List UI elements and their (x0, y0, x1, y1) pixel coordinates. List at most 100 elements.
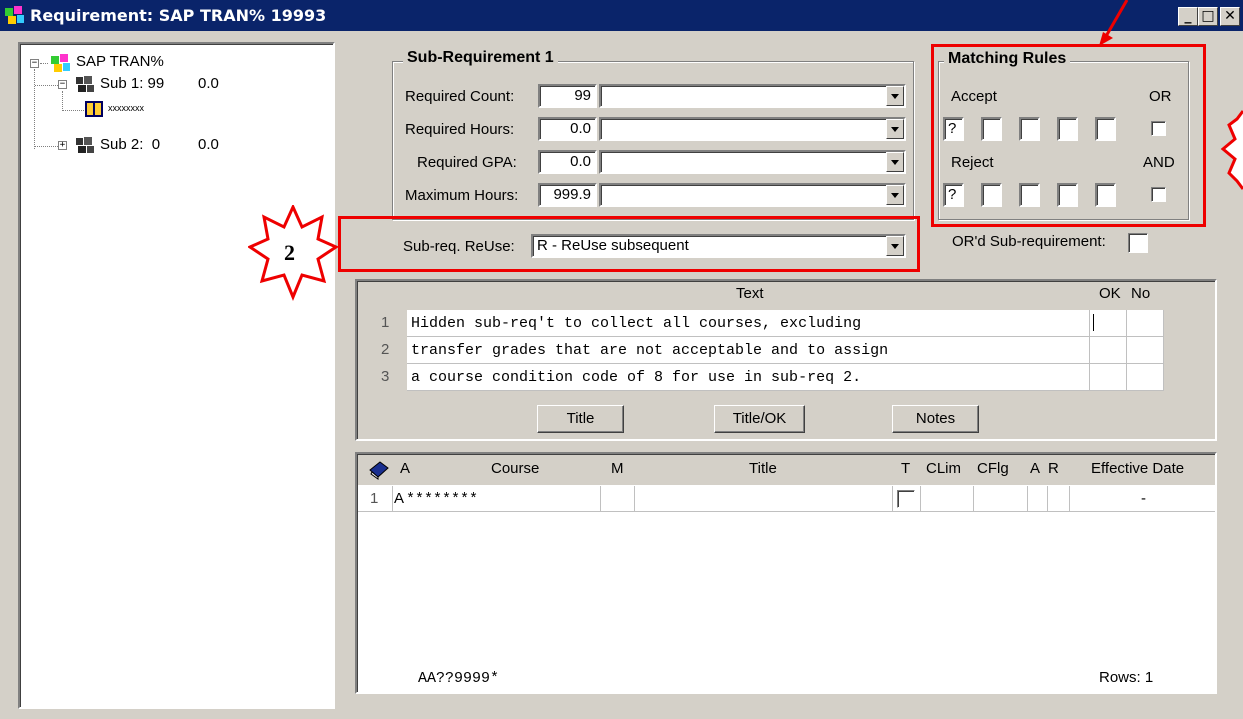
a2-column-header[interactable]: A (1030, 460, 1040, 477)
grid-line (892, 486, 893, 511)
row-number: 1 (381, 314, 390, 331)
required-gpa-input[interactable]: 0.0 (538, 150, 597, 174)
course-grid-header: A Course M Title T CLim CFlg A R Effecti… (358, 455, 1215, 485)
reuse-label: Sub-req. ReUse: (403, 238, 515, 255)
effective-date-cell[interactable]: - (1141, 490, 1146, 507)
text-grid-header: Text OK No (358, 285, 1215, 309)
no-column-header[interactable]: No (1131, 285, 1150, 302)
accept-label: Accept (951, 88, 997, 105)
required-count-label: Required Count: (405, 88, 515, 105)
book-icon (85, 101, 103, 117)
tree-item-label[interactable]: Sub 2: 0 (100, 136, 160, 153)
accept-rule-4[interactable] (1057, 117, 1078, 141)
tree-connector (62, 91, 63, 111)
requirement-tree[interactable]: − SAP TRAN% − Sub 1: 99 0.0 xxxxxxxx + S… (18, 42, 335, 709)
tree-connector (35, 146, 58, 147)
clim-column-header[interactable]: CLim (926, 460, 961, 477)
required-gpa-label: Required GPA: (417, 154, 517, 171)
reject-rule-5[interactable] (1095, 183, 1116, 207)
maximum-hours-input[interactable]: 999.9 (538, 183, 597, 207)
notes-button[interactable]: Notes (892, 405, 979, 433)
tree-item-label[interactable]: Sub 1: 99 (100, 75, 164, 92)
tree-item-value: 0.0 (198, 136, 219, 153)
and-checkbox[interactable] (1151, 187, 1166, 202)
r-column-header[interactable]: R (1048, 460, 1059, 477)
text-row[interactable]: a course condition code of 8 for use in … (411, 369, 861, 386)
grid-line (392, 486, 393, 511)
grid-line (634, 486, 635, 511)
required-count-combo[interactable] (599, 84, 906, 108)
book-icon[interactable] (368, 460, 390, 480)
m-column-header[interactable]: M (611, 460, 624, 477)
required-hours-input[interactable]: 0.0 (538, 117, 597, 141)
a-column-header[interactable]: A (400, 460, 410, 477)
required-hours-combo[interactable] (599, 117, 906, 141)
maximize-button[interactable]: □ (1198, 7, 1218, 26)
title-ok-button[interactable]: Title/OK (714, 405, 805, 433)
grid-line (358, 511, 1215, 512)
tree-connector (34, 69, 35, 149)
course-column-header[interactable]: Course (491, 460, 539, 477)
transfer-checkbox[interactable] (897, 490, 915, 508)
reject-rule-3[interactable] (1019, 183, 1040, 207)
tree-course-label[interactable]: xxxxxxxx (108, 103, 144, 113)
sub-requirement-title: Sub-Requirement 1 (403, 49, 558, 67)
tree-collapse-icon[interactable]: − (58, 80, 67, 89)
course-cell[interactable]: ******** (406, 491, 478, 508)
t-column-header[interactable]: T (901, 460, 910, 477)
grid-line (407, 363, 1164, 364)
course-a-cell[interactable]: A (394, 490, 404, 507)
cflg-column-header[interactable]: CFlg (977, 460, 1009, 477)
ok-column-header[interactable]: OK (1099, 285, 1121, 302)
chevron-down-icon[interactable] (886, 185, 904, 205)
text-column-header[interactable]: Text (736, 285, 764, 302)
title-bar[interactable]: Requirement: SAP TRAN% 19993 _ □ ✕ (0, 0, 1243, 31)
callout-star-partial-icon (1220, 110, 1243, 190)
tree-collapse-icon[interactable]: − (30, 59, 39, 68)
tree-connector (40, 63, 48, 64)
required-gpa-combo[interactable] (599, 150, 906, 174)
window-title: Requirement: SAP TRAN% 19993 (30, 6, 327, 25)
accept-rule-1[interactable]: ? (943, 117, 964, 141)
close-button[interactable]: ✕ (1220, 7, 1240, 26)
rows-count: Rows: 1 (1099, 669, 1154, 686)
accept-rule-3[interactable] (1019, 117, 1040, 141)
course-grid-panel[interactable] (355, 452, 1217, 694)
or-checkbox[interactable] (1151, 121, 1166, 136)
reject-rule-1[interactable]: ? (943, 183, 964, 207)
text-row[interactable]: Hidden sub-req't to collect all courses,… (411, 315, 861, 332)
grid-line (1089, 310, 1090, 391)
sub-requirement-icon (76, 137, 94, 153)
required-count-input[interactable]: 99 (538, 84, 597, 108)
grid-line (1027, 486, 1028, 511)
reject-rule-4[interactable] (1057, 183, 1078, 207)
ord-subreq-checkbox[interactable] (1128, 233, 1148, 253)
tree-root-label[interactable]: SAP TRAN% (76, 53, 164, 70)
title-column-header[interactable]: Title (749, 460, 777, 477)
course-pattern: AA??9999* (418, 670, 500, 687)
reject-rule-2[interactable] (981, 183, 1002, 207)
chevron-down-icon[interactable] (886, 236, 904, 256)
maximum-hours-combo[interactable] (599, 183, 906, 207)
chevron-down-icon[interactable] (886, 119, 904, 139)
reuse-combo[interactable]: R - ReUse subsequent (531, 234, 906, 258)
chevron-down-icon[interactable] (886, 86, 904, 106)
grid-line (407, 390, 1164, 391)
reject-label: Reject (951, 154, 994, 171)
grid-line (1126, 310, 1127, 391)
accept-rule-2[interactable] (981, 117, 1002, 141)
matching-rules-title: Matching Rules (944, 50, 1071, 68)
grid-line (1069, 486, 1070, 511)
grid-line (920, 486, 921, 511)
text-row[interactable]: transfer grades that are not acceptable … (411, 342, 888, 359)
minimize-button[interactable]: _ (1178, 7, 1198, 26)
chevron-down-icon[interactable] (886, 152, 904, 172)
tree-expand-icon[interactable]: + (58, 141, 67, 150)
accept-rule-5[interactable] (1095, 117, 1116, 141)
effective-date-column-header[interactable]: Effective Date (1091, 460, 1184, 477)
required-hours-label: Required Hours: (405, 121, 515, 138)
callout-number: 2 (284, 240, 295, 265)
requirement-window: Requirement: SAP TRAN% 19993 _ □ ✕ − SAP… (0, 0, 1243, 719)
sub-requirement-icon (76, 76, 94, 92)
title-button[interactable]: Title (537, 405, 624, 433)
